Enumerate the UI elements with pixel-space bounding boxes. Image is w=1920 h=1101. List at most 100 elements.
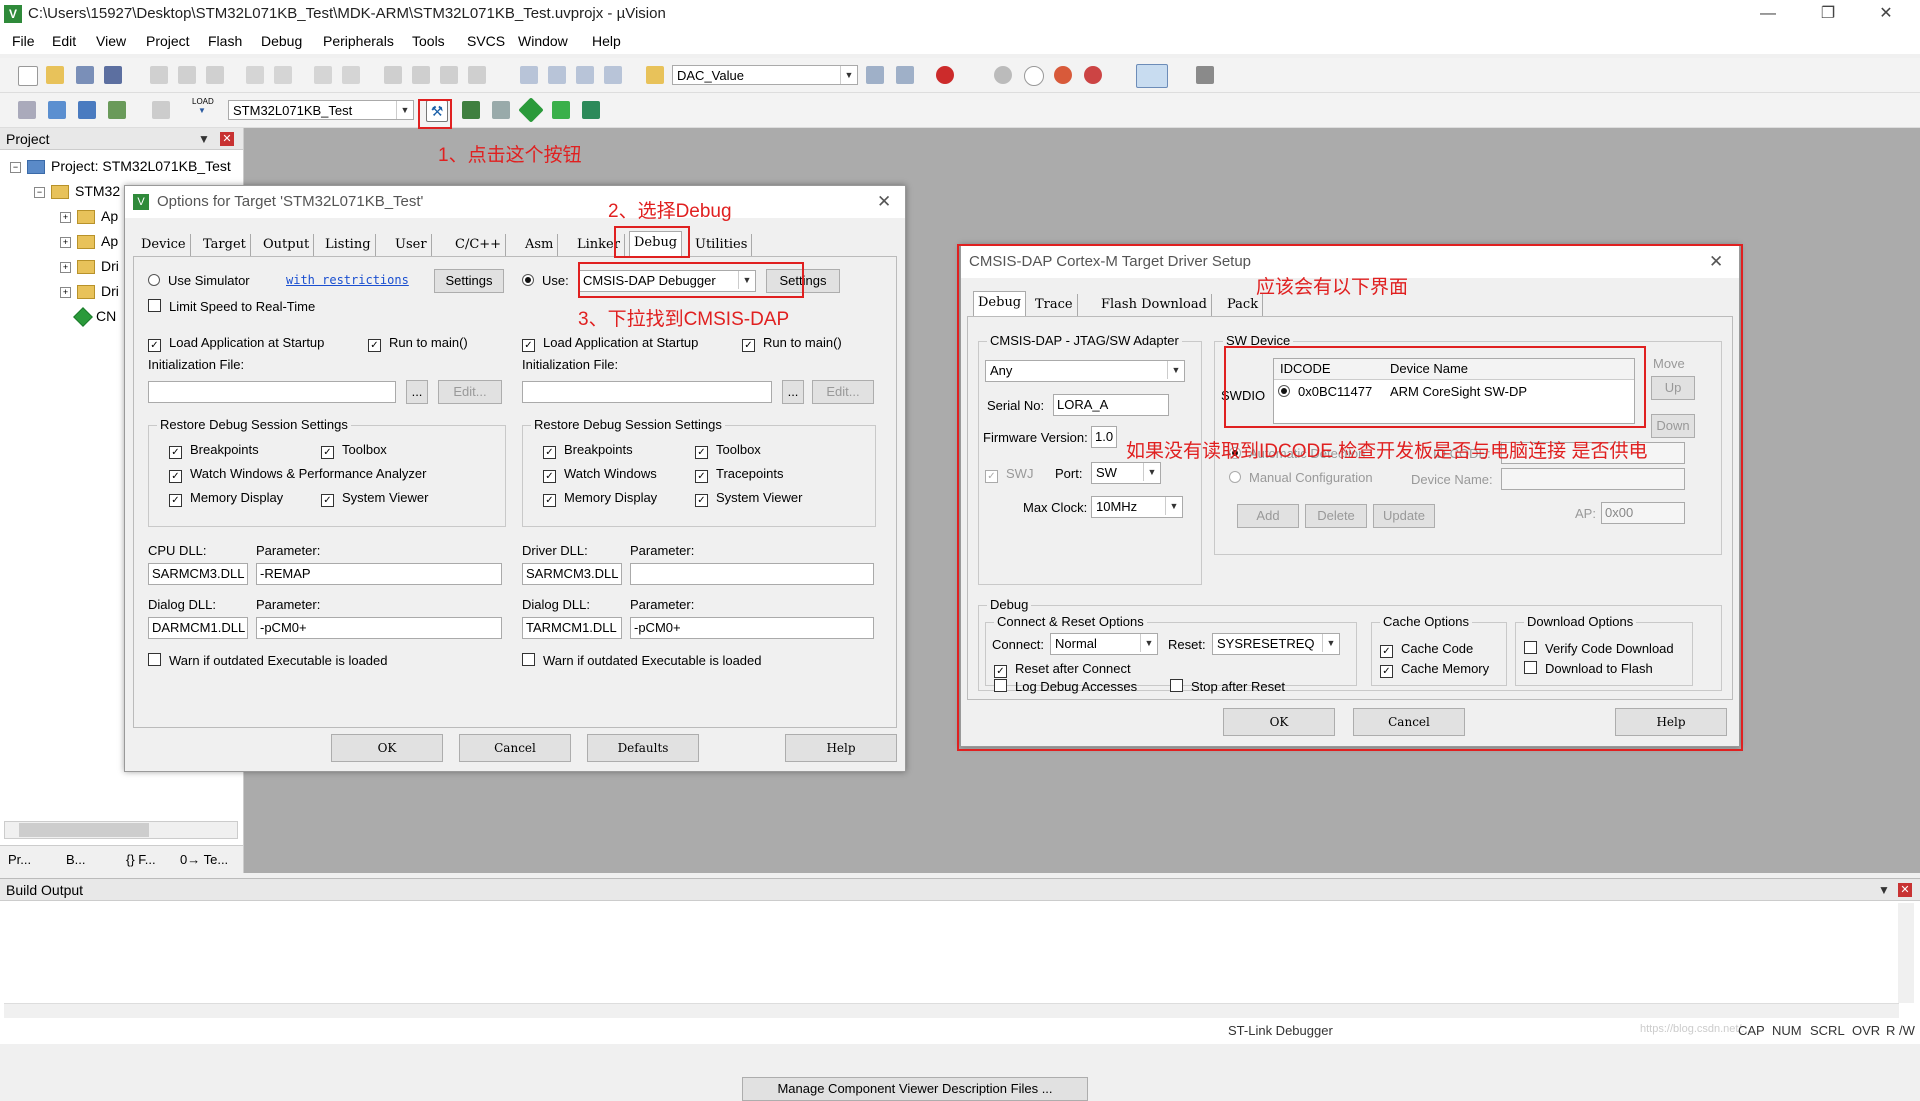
horizontal-scrollbar[interactable] bbox=[4, 821, 238, 839]
tab-listing[interactable]: Listing bbox=[321, 234, 376, 256]
select-software-packs-icon[interactable] bbox=[582, 101, 600, 119]
vertical-scrollbar[interactable] bbox=[1898, 903, 1914, 1003]
expand-icon[interactable]: + bbox=[60, 236, 71, 248]
cancel-button[interactable]: Cancel bbox=[459, 734, 571, 762]
kill-breakpoints-icon[interactable] bbox=[1054, 66, 1072, 84]
tab-utilities[interactable]: Utilities bbox=[691, 234, 753, 256]
dialog-param-input[interactable]: -pCM0+ bbox=[630, 617, 874, 639]
cpu-dll-input[interactable]: SARMCM3.DLL bbox=[148, 563, 248, 585]
disable-breakpoint-icon[interactable] bbox=[1024, 66, 1044, 86]
driver-param-input[interactable] bbox=[630, 563, 874, 585]
init-file-browse-button[interactable]: ... bbox=[782, 380, 804, 404]
menu-help[interactable]: Help bbox=[592, 33, 621, 49]
next-bookmark-icon[interactable] bbox=[440, 66, 458, 84]
with-restrictions-link[interactable]: with restrictions bbox=[286, 273, 409, 287]
tab-output[interactable]: Output bbox=[259, 234, 315, 256]
bookmark-icon[interactable] bbox=[384, 66, 402, 84]
menu-edit[interactable]: Edit bbox=[52, 33, 76, 49]
tree-group-item[interactable]: + Dri bbox=[60, 258, 119, 275]
close-icon[interactable]: ✕ bbox=[877, 186, 891, 218]
init-file-input[interactable] bbox=[522, 381, 772, 403]
uncomment-icon[interactable] bbox=[604, 66, 622, 84]
indent-icon[interactable] bbox=[520, 66, 538, 84]
manage-rte-icon[interactable] bbox=[518, 97, 544, 123]
menu-peripherals[interactable]: Peripherals bbox=[323, 33, 394, 49]
ok-button[interactable]: OK bbox=[331, 734, 443, 762]
redo-icon[interactable] bbox=[274, 66, 292, 84]
tab-user[interactable]: User bbox=[391, 234, 432, 256]
system-viewer-checkbox[interactable]: ✓ System Viewer bbox=[321, 490, 428, 507]
paste-icon[interactable] bbox=[206, 66, 224, 84]
limit-speed-checkbox[interactable]: Limit Speed to Real-Time bbox=[148, 299, 315, 314]
run-to-main-checkbox[interactable]: ✓ Run to main() bbox=[368, 335, 468, 352]
configure-icon[interactable] bbox=[1196, 66, 1214, 84]
horizontal-scrollbar[interactable] bbox=[4, 1003, 1899, 1018]
menu-debug[interactable]: Debug bbox=[261, 33, 302, 49]
run-to-main-checkbox[interactable]: ✓ Run to main() bbox=[742, 335, 842, 352]
menu-svcs[interactable]: SVCS bbox=[467, 33, 505, 49]
incremental-find-icon[interactable] bbox=[896, 66, 914, 84]
nav-back-icon[interactable] bbox=[314, 66, 332, 84]
driver-dll-input[interactable]: SARMCM3.DLL bbox=[522, 563, 622, 585]
copy-icon[interactable] bbox=[178, 66, 196, 84]
select-packs-icon[interactable] bbox=[492, 101, 510, 119]
build-icon[interactable] bbox=[48, 101, 66, 119]
watch-windows-checkbox[interactable]: ✓ Watch Windows & Performance Analyzer bbox=[169, 466, 427, 483]
tab-device[interactable]: Device bbox=[137, 234, 191, 256]
nav-forward-icon[interactable] bbox=[342, 66, 360, 84]
scrollbar-thumb[interactable] bbox=[19, 823, 149, 837]
expand-icon[interactable]: + bbox=[60, 261, 71, 273]
tab-templates[interactable]: 0→ Te... bbox=[180, 852, 228, 867]
menu-window[interactable]: Window bbox=[518, 33, 568, 49]
breakpoints-checkbox[interactable]: ✓ Breakpoints bbox=[543, 442, 633, 459]
tree-group-item[interactable]: + Ap bbox=[60, 233, 118, 250]
restore-icon[interactable]: ❐ bbox=[1808, 3, 1848, 25]
open-folder-icon[interactable] bbox=[46, 66, 64, 84]
stop-build-icon[interactable] bbox=[152, 101, 170, 119]
init-file-browse-button[interactable]: ... bbox=[406, 380, 428, 404]
undo-icon[interactable] bbox=[246, 66, 264, 84]
toolbox-checkbox[interactable]: ✓ Toolbox bbox=[321, 442, 387, 459]
defaults-button[interactable]: Defaults bbox=[587, 734, 699, 762]
pin-icon[interactable]: ▼ bbox=[198, 132, 210, 146]
target-select[interactable]: STM32L071KB_Test ▼ bbox=[228, 100, 414, 120]
close-icon[interactable]: ✕ bbox=[1866, 3, 1906, 25]
use-debugger-radio[interactable]: Use: bbox=[522, 273, 569, 288]
toolbox-checkbox[interactable]: ✓ Toolbox bbox=[695, 442, 761, 459]
expand-icon[interactable]: + bbox=[60, 286, 71, 298]
rebuild-icon[interactable] bbox=[78, 101, 96, 119]
tab-books[interactable]: B... bbox=[66, 852, 86, 867]
tab-functions[interactable]: {} F... bbox=[126, 852, 156, 867]
watch-windows-checkbox[interactable]: ✓ Watch Windows bbox=[543, 466, 657, 483]
batch-build-icon[interactable] bbox=[108, 101, 126, 119]
manage-component-viewer-button[interactable]: Manage Component Viewer Description File… bbox=[742, 1077, 1088, 1101]
minimize-icon[interactable]: — bbox=[1748, 3, 1788, 25]
pin-icon[interactable]: ▼ bbox=[1878, 883, 1890, 897]
tab-asm[interactable]: Asm bbox=[521, 234, 559, 256]
clear-bookmarks-icon[interactable] bbox=[468, 66, 486, 84]
save-icon[interactable] bbox=[76, 66, 94, 84]
find-icon[interactable] bbox=[866, 66, 884, 84]
dialog-dll-input[interactable]: DARMCM1.DLL bbox=[148, 617, 248, 639]
tree-group-item[interactable]: CN bbox=[73, 307, 116, 328]
manage-project-items-icon[interactable] bbox=[462, 101, 480, 119]
breakpoint-icon[interactable] bbox=[994, 66, 1012, 84]
warn-outdated-checkbox[interactable]: Warn if outdated Executable is loaded bbox=[148, 653, 388, 668]
chevron-down-icon[interactable]: ▼ bbox=[396, 101, 413, 119]
tracepoints-checkbox[interactable]: ✓ Tracepoints bbox=[695, 466, 783, 483]
menu-view[interactable]: View bbox=[96, 33, 126, 49]
cpu-param-input[interactable]: -REMAP bbox=[256, 563, 502, 585]
collapse-icon[interactable]: − bbox=[34, 186, 45, 198]
tab-cpp[interactable]: C/C++ bbox=[451, 234, 507, 256]
comment-icon[interactable] bbox=[576, 66, 594, 84]
load-icon[interactable]: LOAD ▼ bbox=[192, 97, 214, 115]
warn-outdated-checkbox[interactable]: Warn if outdated Executable is loaded Ma… bbox=[522, 653, 1088, 1101]
cut-icon[interactable] bbox=[150, 66, 168, 84]
save-all-icon[interactable] bbox=[104, 66, 122, 84]
debug-session-icon[interactable] bbox=[936, 66, 954, 84]
dialog-param-input[interactable]: -pCM0+ bbox=[256, 617, 502, 639]
menu-flash[interactable]: Flash bbox=[208, 33, 242, 49]
simulator-settings-button[interactable]: Settings bbox=[434, 269, 504, 293]
target-node[interactable]: − STM32 bbox=[34, 183, 120, 200]
close-icon[interactable]: ✕ bbox=[220, 132, 234, 146]
